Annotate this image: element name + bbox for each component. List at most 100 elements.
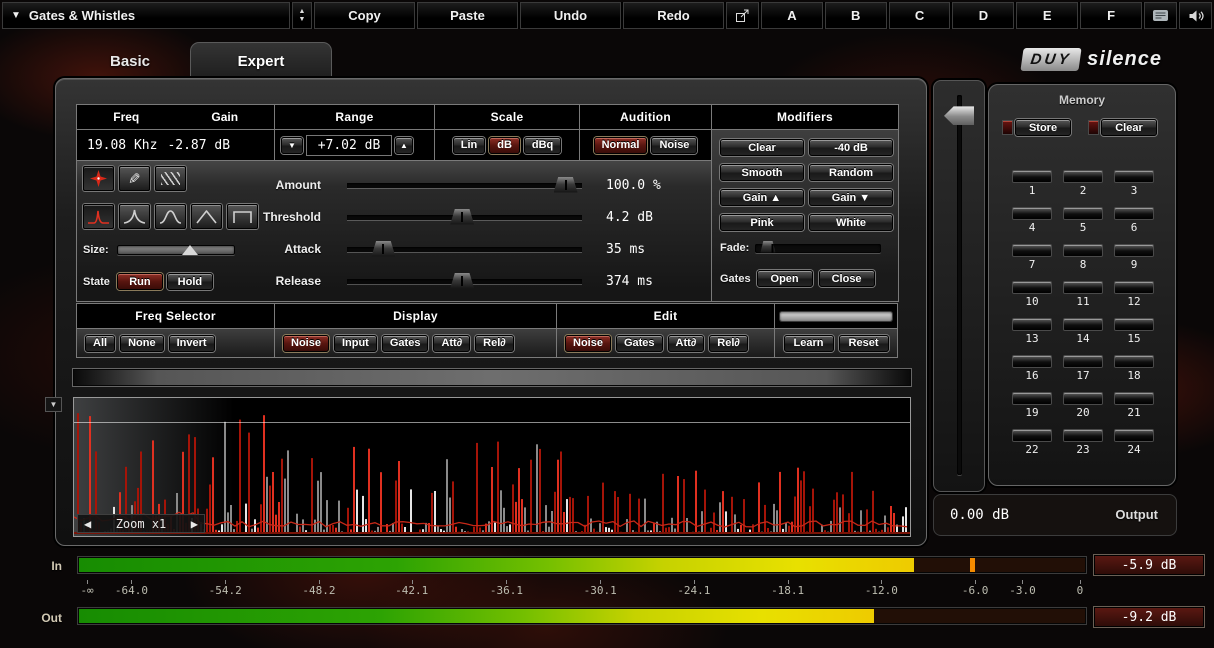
modifier-gain-button[interactable]: Gain ▼ (809, 189, 893, 206)
scale-lin-button[interactable]: Lin (453, 137, 486, 154)
modifier-clear-button[interactable]: Clear (720, 139, 804, 156)
memory-slot-number: 12 (1115, 295, 1153, 308)
in-meter-label: In (28, 559, 62, 573)
redo-button[interactable]: Redo (623, 2, 724, 29)
edit-gates-button[interactable]: Gates (616, 335, 663, 352)
threshold-slider-row: Threshold 4.2 dB (77, 207, 697, 227)
gates-open-button[interactable]: Open (757, 270, 813, 287)
store-button[interactable]: Store (1015, 119, 1071, 136)
memory-slot-button-19[interactable] (1013, 393, 1051, 404)
fade-slider-track[interactable] (755, 244, 881, 253)
export-preset-button[interactable] (726, 2, 759, 29)
memory-slot-button-15[interactable] (1115, 319, 1153, 330)
audio-monitor-button[interactable] (1179, 2, 1212, 29)
zoom-in-icon[interactable]: ▶ (191, 517, 198, 531)
edit-noise-button[interactable]: Noise (565, 335, 611, 352)
memory-slot-button-17[interactable] (1064, 356, 1102, 367)
modifier-pink-button[interactable]: Pink (720, 214, 804, 231)
memory-slot-button-6[interactable] (1115, 208, 1153, 219)
memory-slot-button-22[interactable] (1013, 430, 1051, 441)
memory-slot-button-5[interactable] (1064, 208, 1102, 219)
memory-slot-number: 6 (1115, 221, 1153, 234)
memory-slot-button-14[interactable] (1064, 319, 1102, 330)
copy-button[interactable]: Copy (314, 2, 415, 29)
modifier-40-db-button[interactable]: -40 dB (809, 139, 893, 156)
freq-selector-all-button[interactable]: All (85, 335, 115, 352)
learn-button[interactable]: Learn (784, 335, 834, 352)
memory-slot-button-16[interactable] (1013, 356, 1051, 367)
memory-slot-button-9[interactable] (1115, 245, 1153, 256)
scale-dbq-button[interactable]: dBq (524, 137, 561, 154)
output-fader-track[interactable] (957, 95, 962, 475)
memory-slot-button-3[interactable] (1115, 171, 1153, 182)
modifier-smooth-button[interactable]: Smooth (720, 164, 804, 181)
slot-a-button[interactable]: A (761, 2, 823, 29)
display-rel-button[interactable]: Rel∂ (475, 335, 514, 352)
memory-slot-button-7[interactable] (1013, 245, 1051, 256)
slot-c-button[interactable]: C (889, 2, 951, 29)
slot-e-button[interactable]: E (1016, 2, 1078, 29)
display-input-button[interactable]: Input (334, 335, 377, 352)
output-fader-handle[interactable] (944, 106, 974, 125)
slot-f-button[interactable]: F (1080, 2, 1142, 29)
memory-slot-17: 17 (1064, 356, 1102, 382)
edit-att-button[interactable]: Att∂ (668, 335, 705, 352)
edit-rel-button[interactable]: Rel∂ (709, 335, 748, 352)
memory-slot-button-23[interactable] (1064, 430, 1102, 441)
zoom-out-icon[interactable]: ◀ (84, 517, 91, 531)
range-up-button[interactable]: ▲ (395, 137, 413, 154)
gates-close-button[interactable]: Close (819, 270, 875, 287)
threshold-slider-thumb[interactable] (450, 209, 474, 225)
fade-slider-thumb[interactable] (760, 241, 775, 253)
preset-selector[interactable]: ▼ Gates & Whistles (2, 2, 290, 29)
display-gates-button[interactable]: Gates (382, 335, 429, 352)
audition-noise-button[interactable]: Noise (651, 137, 697, 154)
memory-slot-button-12[interactable] (1115, 282, 1153, 293)
preset-up-icon[interactable]: ▲ (299, 8, 306, 15)
modifier-random-button[interactable]: Random (809, 164, 893, 181)
memory-slot-button-11[interactable] (1064, 282, 1102, 293)
memory-slot-button-2[interactable] (1064, 171, 1102, 182)
modifier-gain-button[interactable]: Gain ▲ (720, 189, 804, 206)
spectrum-marker-button[interactable]: ▼ (45, 397, 62, 412)
release-slider-thumb[interactable] (450, 273, 474, 289)
reset-button[interactable]: Reset (839, 335, 889, 352)
tab-expert[interactable]: Expert (190, 42, 332, 79)
modifier-white-button[interactable]: White (809, 214, 893, 231)
memory-slot-button-13[interactable] (1013, 319, 1051, 330)
slot-d-button[interactable]: D (952, 2, 1014, 29)
threshold-slider-track[interactable] (347, 215, 582, 220)
memory-slot-button-8[interactable] (1064, 245, 1102, 256)
memory-slot-button-18[interactable] (1115, 356, 1153, 367)
memory-slot-button-10[interactable] (1013, 282, 1051, 293)
release-slider-track[interactable] (347, 279, 582, 284)
freq-selector-invert-button[interactable]: Invert (169, 335, 215, 352)
preset-down-icon[interactable]: ▼ (299, 16, 306, 23)
display-toggle-button[interactable] (1144, 2, 1177, 29)
display-att-button[interactable]: Att∂ (433, 335, 470, 352)
spectrum-display[interactable]: ◀ Zoom x1 ▶ (73, 397, 911, 537)
display-noise-button[interactable]: Noise (283, 335, 329, 352)
amount-slider-thumb[interactable] (554, 177, 578, 193)
slot-b-button[interactable]: B (825, 2, 887, 29)
attack-slider-thumb[interactable] (371, 241, 395, 257)
clear-button[interactable]: Clear (1101, 119, 1157, 136)
memory-slot-button-20[interactable] (1064, 393, 1102, 404)
attack-slider-track[interactable] (347, 247, 582, 252)
tab-basic[interactable]: Basic (85, 46, 175, 76)
memory-slot-button-4[interactable] (1013, 208, 1051, 219)
freq-selector-none-button[interactable]: None (120, 335, 164, 352)
undo-button[interactable]: Undo (520, 2, 621, 29)
paste-button[interactable]: Paste (417, 2, 518, 29)
memory-slot-button-21[interactable] (1115, 393, 1153, 404)
memory-slot-button-1[interactable] (1013, 171, 1051, 182)
scale-db-button[interactable]: dB (489, 137, 520, 154)
amount-label: Amount (77, 178, 347, 192)
range-down-button[interactable]: ▼ (281, 137, 303, 154)
store-led (1003, 121, 1012, 134)
audition-normal-button[interactable]: Normal (594, 137, 648, 154)
spectrum-overview-bar[interactable] (73, 369, 911, 386)
memory-slot-button-24[interactable] (1115, 430, 1153, 441)
release-value: 374 ms (582, 274, 653, 289)
amount-slider-track[interactable] (347, 183, 582, 188)
